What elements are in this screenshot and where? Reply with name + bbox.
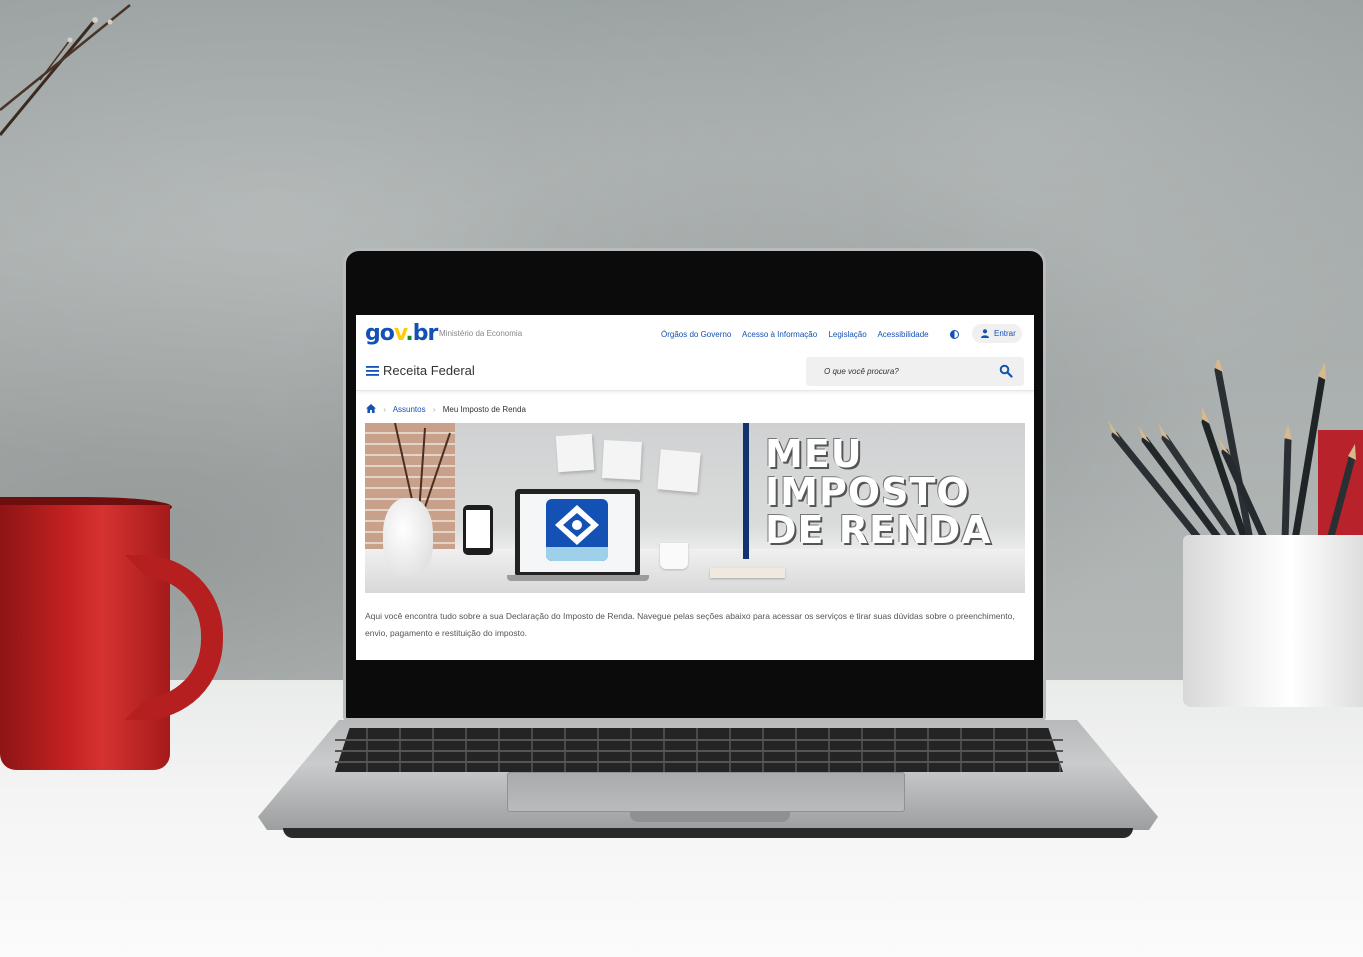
top-links: Órgãos do Governo Acesso à Informação Le… [661,330,938,339]
search-icon[interactable] [999,364,1013,378]
banner-vase [383,498,433,576]
user-icon [981,329,989,338]
pencil-cup [1183,535,1363,707]
banner-book [710,568,785,578]
banner-cup [660,543,688,569]
logo-part-v: v [393,321,407,346]
contrast-icon[interactable] [950,330,959,339]
dry-branch-decoration [0,4,131,136]
menu-icon[interactable] [366,366,379,376]
govbr-logo[interactable]: gov.br [365,321,439,347]
laptop-screen-website: gov.br Ministério da Economia Órgãos do … [356,315,1034,660]
keyboard-row-divider [335,761,1063,763]
logo-part-go: go [365,321,395,346]
laptop-lid-notch [630,812,790,822]
banner-title-line: IMPOSTO [765,470,970,514]
laptop-trackpad [507,772,905,812]
photo-scene: gov.br Ministério da Economia Órgãos do … [0,0,1363,957]
breadcrumb-separator: › [383,405,386,414]
home-icon[interactable] [366,404,376,413]
banner-paper-note [555,433,595,473]
receita-federal-emblem-icon [555,505,599,545]
banner-counter [365,549,1025,593]
laptop-foot-shadow [283,828,1133,838]
breadcrumb-separator: › [432,405,436,414]
site-title[interactable]: Receita Federal [383,363,475,378]
site-header: Receita Federal [356,353,1034,391]
link-acessibilidade[interactable]: Acessibilidade [877,330,928,339]
search-box [806,357,1024,386]
breadcrumb: › Assuntos › Meu Imposto de Renda [366,404,526,414]
banner-image: MEU IMPOSTO DE RENDA [365,423,1025,593]
link-orgaos-do-governo[interactable]: Órgãos do Governo [661,330,731,339]
banner-paper-note [657,449,701,493]
keyboard-row-divider [335,739,1063,741]
banner-phone-screen [466,510,490,548]
banner-title-line: DE RENDA [765,508,992,552]
app-icon-bottom [546,547,608,561]
ministry-name: Ministério da Economia [439,329,523,338]
link-legislacao[interactable]: Legislação [828,330,866,339]
banner-branches [394,423,451,513]
keyboard-row-divider [335,750,1063,752]
login-button[interactable]: Entrar [972,324,1022,343]
gov-top-bar: gov.br Ministério da Economia Órgãos do … [356,315,1034,353]
login-label: Entrar [994,329,1016,338]
banner-title: MEU IMPOSTO DE RENDA [765,435,992,549]
pencils [1108,360,1356,544]
banner-title-line: MEU [765,432,863,476]
logo-part-dot: . [405,321,413,346]
intro-text: Aqui você encontra tudo sobre a sua Decl… [365,611,1015,638]
banner-laptop-base [507,575,649,581]
breadcrumb-link-assuntos[interactable]: Assuntos [393,405,426,414]
banner-phone [463,505,493,555]
breadcrumb-current: Meu Imposto de Renda [442,405,526,414]
search-input[interactable] [806,357,996,386]
logo-part-br: br [412,321,439,346]
banner-accent-bar [743,423,749,559]
link-acesso-a-informacao[interactable]: Acesso à Informação [742,330,817,339]
banner-paper-note [602,440,642,480]
